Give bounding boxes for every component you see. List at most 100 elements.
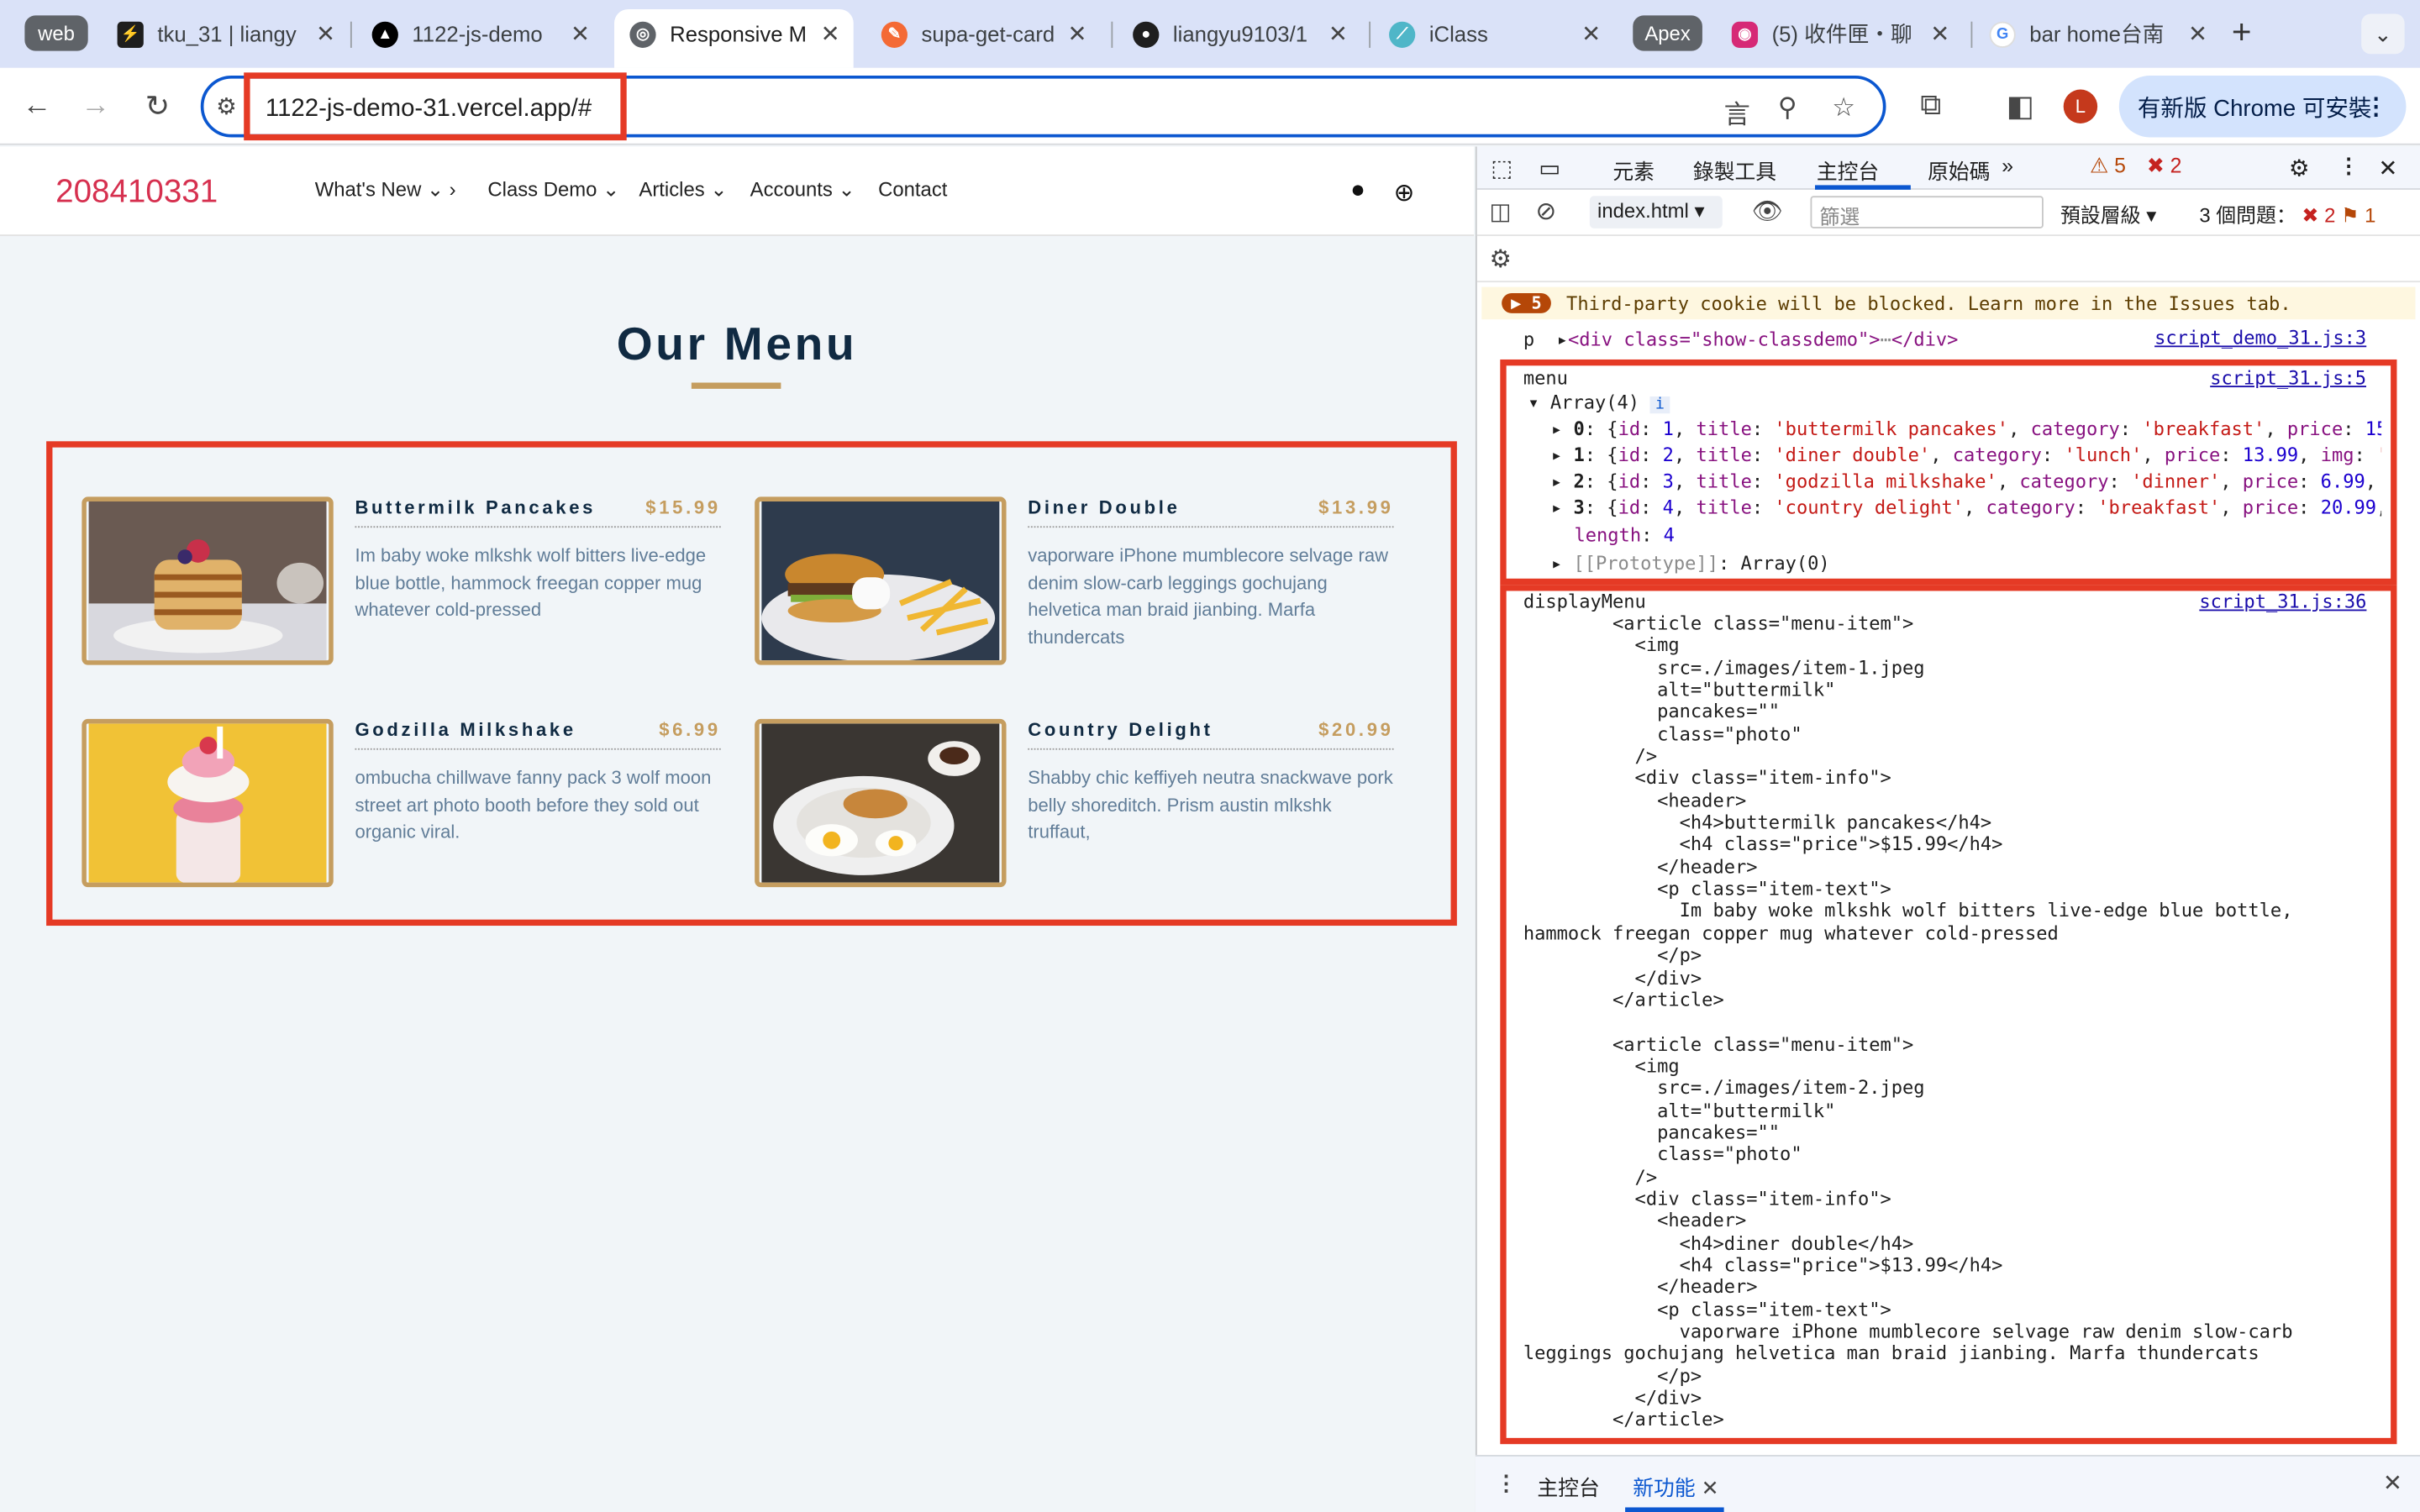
close-devtools-icon[interactable]: ✕ <box>2378 155 2397 182</box>
drawer-tab-whats-new[interactable]: 新功能 ✕ <box>1633 1470 1718 1501</box>
tab-group-web[interactable]: web <box>24 15 88 51</box>
chrome-update-button[interactable]: 有新版 Chrome 可安裝 ⋮ <box>2118 76 2407 138</box>
source-link[interactable]: script_31.js:36 <box>2199 591 2366 612</box>
issues-counter[interactable]: 3 個問題： ✖ 2 ⚑ 1 <box>2199 199 2375 228</box>
nav-class-demo[interactable]: Class Demo ⌄ <box>487 177 619 202</box>
prototype-value: Array(0) <box>1740 552 1830 575</box>
side-panel-icon[interactable]: ◧ <box>2000 87 2040 127</box>
more-menu-icon[interactable]: ⋮ <box>2365 92 2388 120</box>
close-tab-icon[interactable]: ✕ <box>312 20 339 48</box>
close-tab-icon[interactable]: ✕ <box>1926 20 1954 48</box>
nav-label: Accounts <box>750 177 833 201</box>
tab-supa-get-card[interactable]: ✎ supa-get-card ✕ <box>865 9 1100 59</box>
more-options-icon[interactable]: ⋮ <box>2338 155 2360 179</box>
more-tabs-icon[interactable]: » <box>2002 155 2013 178</box>
close-drawer-icon[interactable]: ✕ <box>2383 1469 2402 1496</box>
tab-title: Responsive M <box>670 21 808 47</box>
dom-node-end: </div> <box>1891 328 1959 350</box>
array-prototype[interactable]: ▸ [[Prototype]]: Array(0) <box>1551 553 1830 575</box>
inspect-element-icon[interactable]: ⬚ <box>1491 155 1512 182</box>
close-tab-icon[interactable]: ✕ <box>1577 20 1605 48</box>
translate-icon[interactable]: ⾔ <box>1724 92 1750 131</box>
item-divider <box>355 526 721 528</box>
reload-icon[interactable]: ↻ <box>137 87 177 127</box>
info-icon: i <box>1650 396 1670 414</box>
array-entry[interactable]: ▸ 2: {id: 3, title: 'godzilla milkshake'… <box>1551 470 2381 492</box>
drawer-menu-icon[interactable]: ⋮ <box>1496 1470 1518 1496</box>
source-link[interactable]: script_demo_31.js:3 <box>2154 327 2366 349</box>
drawer-tab-label: 新功能 <box>1633 1476 1696 1500</box>
array-entry[interactable]: ▸ 3: {id: 4, title: 'country delight', c… <box>1551 496 2381 518</box>
nav-whats-new[interactable]: What's New ⌄ › <box>315 177 456 202</box>
cookie-warning-row[interactable]: ▶ 5 Third-party cookie will be blocked. L… <box>1481 286 2416 320</box>
nav-accounts[interactable]: Accounts ⌄ <box>750 177 855 202</box>
html-output-text[interactable]: <article class="menu-item"> <img src=./i… <box>1523 612 2293 1431</box>
url-text[interactable]: 1122-js-demo-31.vercel.app/# <box>266 96 592 123</box>
tab-sources[interactable]: 原始碼 <box>1928 155 1990 186</box>
address-bar[interactable]: ⚙ 1122-js-demo-31.vercel.app/# ⾔ ⚲ ☆ <box>200 72 1886 141</box>
tab-console[interactable]: 主控台 <box>1817 155 1879 186</box>
tab-recorder[interactable]: 錄製工具 <box>1693 155 1776 186</box>
zoom-icon[interactable]: ⚲ <box>1778 92 1797 123</box>
tab-tku[interactable]: ⚡ tku_31 | liangy ✕ <box>102 9 349 59</box>
close-tab-icon[interactable]: ✕ <box>1702 1477 1719 1500</box>
tab-title: bar home台南 <box>2029 21 2165 47</box>
close-tab-icon[interactable]: ✕ <box>1064 20 1092 48</box>
tab-iclass[interactable]: ⟋ iClass ✕ <box>1374 9 1615 59</box>
tab-title: tku_31 | liangy <box>157 21 297 47</box>
context-selector[interactable]: index.html ▾ <box>1589 196 1723 228</box>
bookmark-star-icon[interactable]: ☆ <box>1832 92 1855 123</box>
iclass-icon: ⟋ <box>1389 20 1416 48</box>
site-info-icon[interactable]: ⚙ <box>216 92 237 120</box>
extensions-icon[interactable]: ⧉ <box>1911 87 1951 127</box>
site-logo[interactable]: 208410331 <box>55 175 218 212</box>
forward-icon[interactable]: → <box>76 87 116 127</box>
devtools-drawer-tabs: ⋮ 主控台 新功能 ✕ ✕ <box>1475 1455 2420 1512</box>
tab-google[interactable]: Gbar home台南 ✕ <box>1974 9 2221 59</box>
console-settings-icon[interactable]: ⚙ <box>1489 244 1511 275</box>
tab-1122-demo[interactable]: ▲ 1122-js-demo ✕ <box>356 9 603 59</box>
back-icon[interactable]: ← <box>17 87 57 127</box>
sidebar-toggle-icon[interactable]: ◫ <box>1489 197 1511 225</box>
settings-gear-icon[interactable]: ⚙ <box>2289 155 2310 182</box>
source-link[interactable]: script_31.js:5 <box>2210 367 2366 389</box>
log-p-row[interactable]: p ▸<div class="show-classdemo">⋯</div> <box>1523 328 1959 350</box>
tab-group-apex[interactable]: Apex <box>1633 15 1702 51</box>
item-text: ombucha chillwave fanny pack 3 wolf moon… <box>355 766 712 843</box>
clear-console-icon[interactable]: ⊘ <box>1536 196 1557 227</box>
filter-input[interactable]: 篩選 <box>1810 196 2044 228</box>
error-count-value: 2 <box>2170 154 2182 178</box>
cookie-warning-text: Third-party cookie will be blocked. Lear… <box>1566 292 2291 314</box>
tab-instagram[interactable]: ◉ (5) 收件匣・聊 ✕ <box>1716 9 1963 59</box>
close-tab-icon[interactable]: ✕ <box>1324 20 1352 48</box>
log-level-selector[interactable]: 預設層級 ▾ <box>2060 199 2156 228</box>
close-tab-icon[interactable]: ✕ <box>2184 20 2212 48</box>
nav-articles[interactable]: Articles ⌄ <box>639 177 727 202</box>
error-count[interactable]: ✖ 2 <box>2147 155 2181 179</box>
new-tab-icon[interactable]: + <box>2232 13 2252 53</box>
tab-search-icon[interactable]: ⌄ <box>2361 13 2405 55</box>
device-toolbar-icon[interactable]: ▭ <box>1539 155 1560 182</box>
browser-toolbar: ← → ↻ ⚙ 1122-js-demo-31.vercel.app/# ⾔ ⚲… <box>0 67 2420 145</box>
array-header[interactable]: ▾ Array(4) i <box>1528 392 1670 414</box>
context-label: index.html <box>1597 198 1689 223</box>
tab-elements[interactable]: 元素 <box>1612 155 1655 186</box>
warning-count[interactable]: ⚠ 5 <box>2090 155 2126 179</box>
tab-responsive-menu[interactable]: ◎ Responsive M ✕ <box>614 9 854 68</box>
menu-item: Country Delight $20.99 Shabby chic keffi… <box>755 718 1394 889</box>
github-icon[interactable]: ● <box>1350 177 1365 205</box>
tab-github[interactable]: ● liangyu9103/1 ✕ <box>1118 9 1361 59</box>
close-tab-icon[interactable]: ✕ <box>566 20 594 48</box>
issues-error-count: 2 <box>2324 203 2336 227</box>
profile-avatar[interactable]: L <box>2063 89 2098 123</box>
drawer-tab-console[interactable]: 主控台 <box>1537 1470 1599 1501</box>
issues-warning-count: 1 <box>2365 203 2376 227</box>
item-title: Buttermilk Pancakes <box>355 496 597 519</box>
close-tab-icon[interactable]: ✕ <box>817 20 844 48</box>
length-value: 4 <box>1663 524 1675 547</box>
nav-contact[interactable]: Contact <box>878 177 947 201</box>
globe-icon[interactable]: ⊕ <box>1394 177 1415 208</box>
array-entry[interactable]: ▸ 1: {id: 2, title: 'diner double', cate… <box>1551 444 2381 466</box>
live-expression-eye-icon[interactable]: 👁 <box>1752 196 1783 227</box>
array-entry[interactable]: ▸ 0: {id: 1, title: 'buttermilk pancakes… <box>1551 418 2381 440</box>
